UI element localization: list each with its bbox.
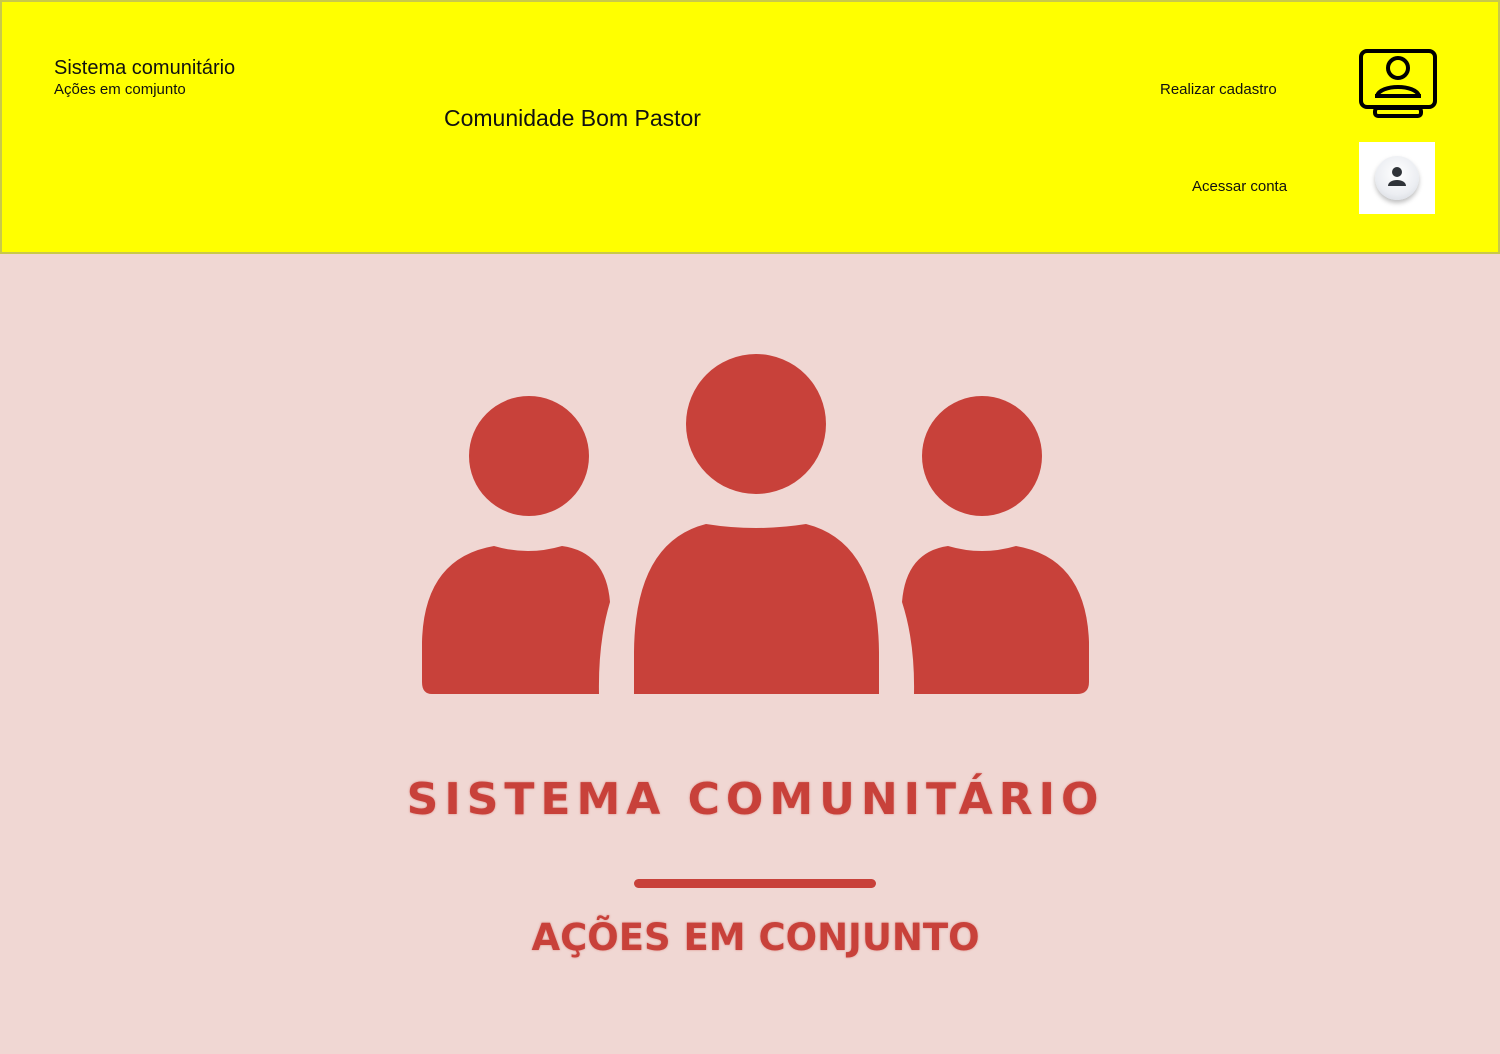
hero-section: SISTEMA COMUNITÁRIO AÇÕES EM CONJUNTO	[0, 254, 1500, 1054]
login-button[interactable]	[1359, 142, 1435, 214]
user-avatar-icon	[1375, 156, 1419, 200]
login-link[interactable]: Acessar conta	[1192, 178, 1287, 195]
hero-subtitle: AÇÕES EM CONJUNTO	[531, 916, 980, 959]
hero-title: SISTEMA COMUNITÁRIO	[406, 774, 1105, 825]
top-header: Sistema comunitário Ações em comjunto Co…	[0, 0, 1500, 254]
community-name: Comunidade Bom Pastor	[444, 105, 701, 131]
hero-divider	[634, 879, 876, 888]
people-group-icon	[418, 352, 1094, 699]
brand-title: Sistema comunitário	[54, 57, 236, 79]
brand-subtitle: Ações em comjunto	[54, 81, 186, 98]
user-monitor-icon[interactable]	[1358, 48, 1438, 120]
register-link[interactable]: Realizar cadastro	[1160, 81, 1277, 98]
